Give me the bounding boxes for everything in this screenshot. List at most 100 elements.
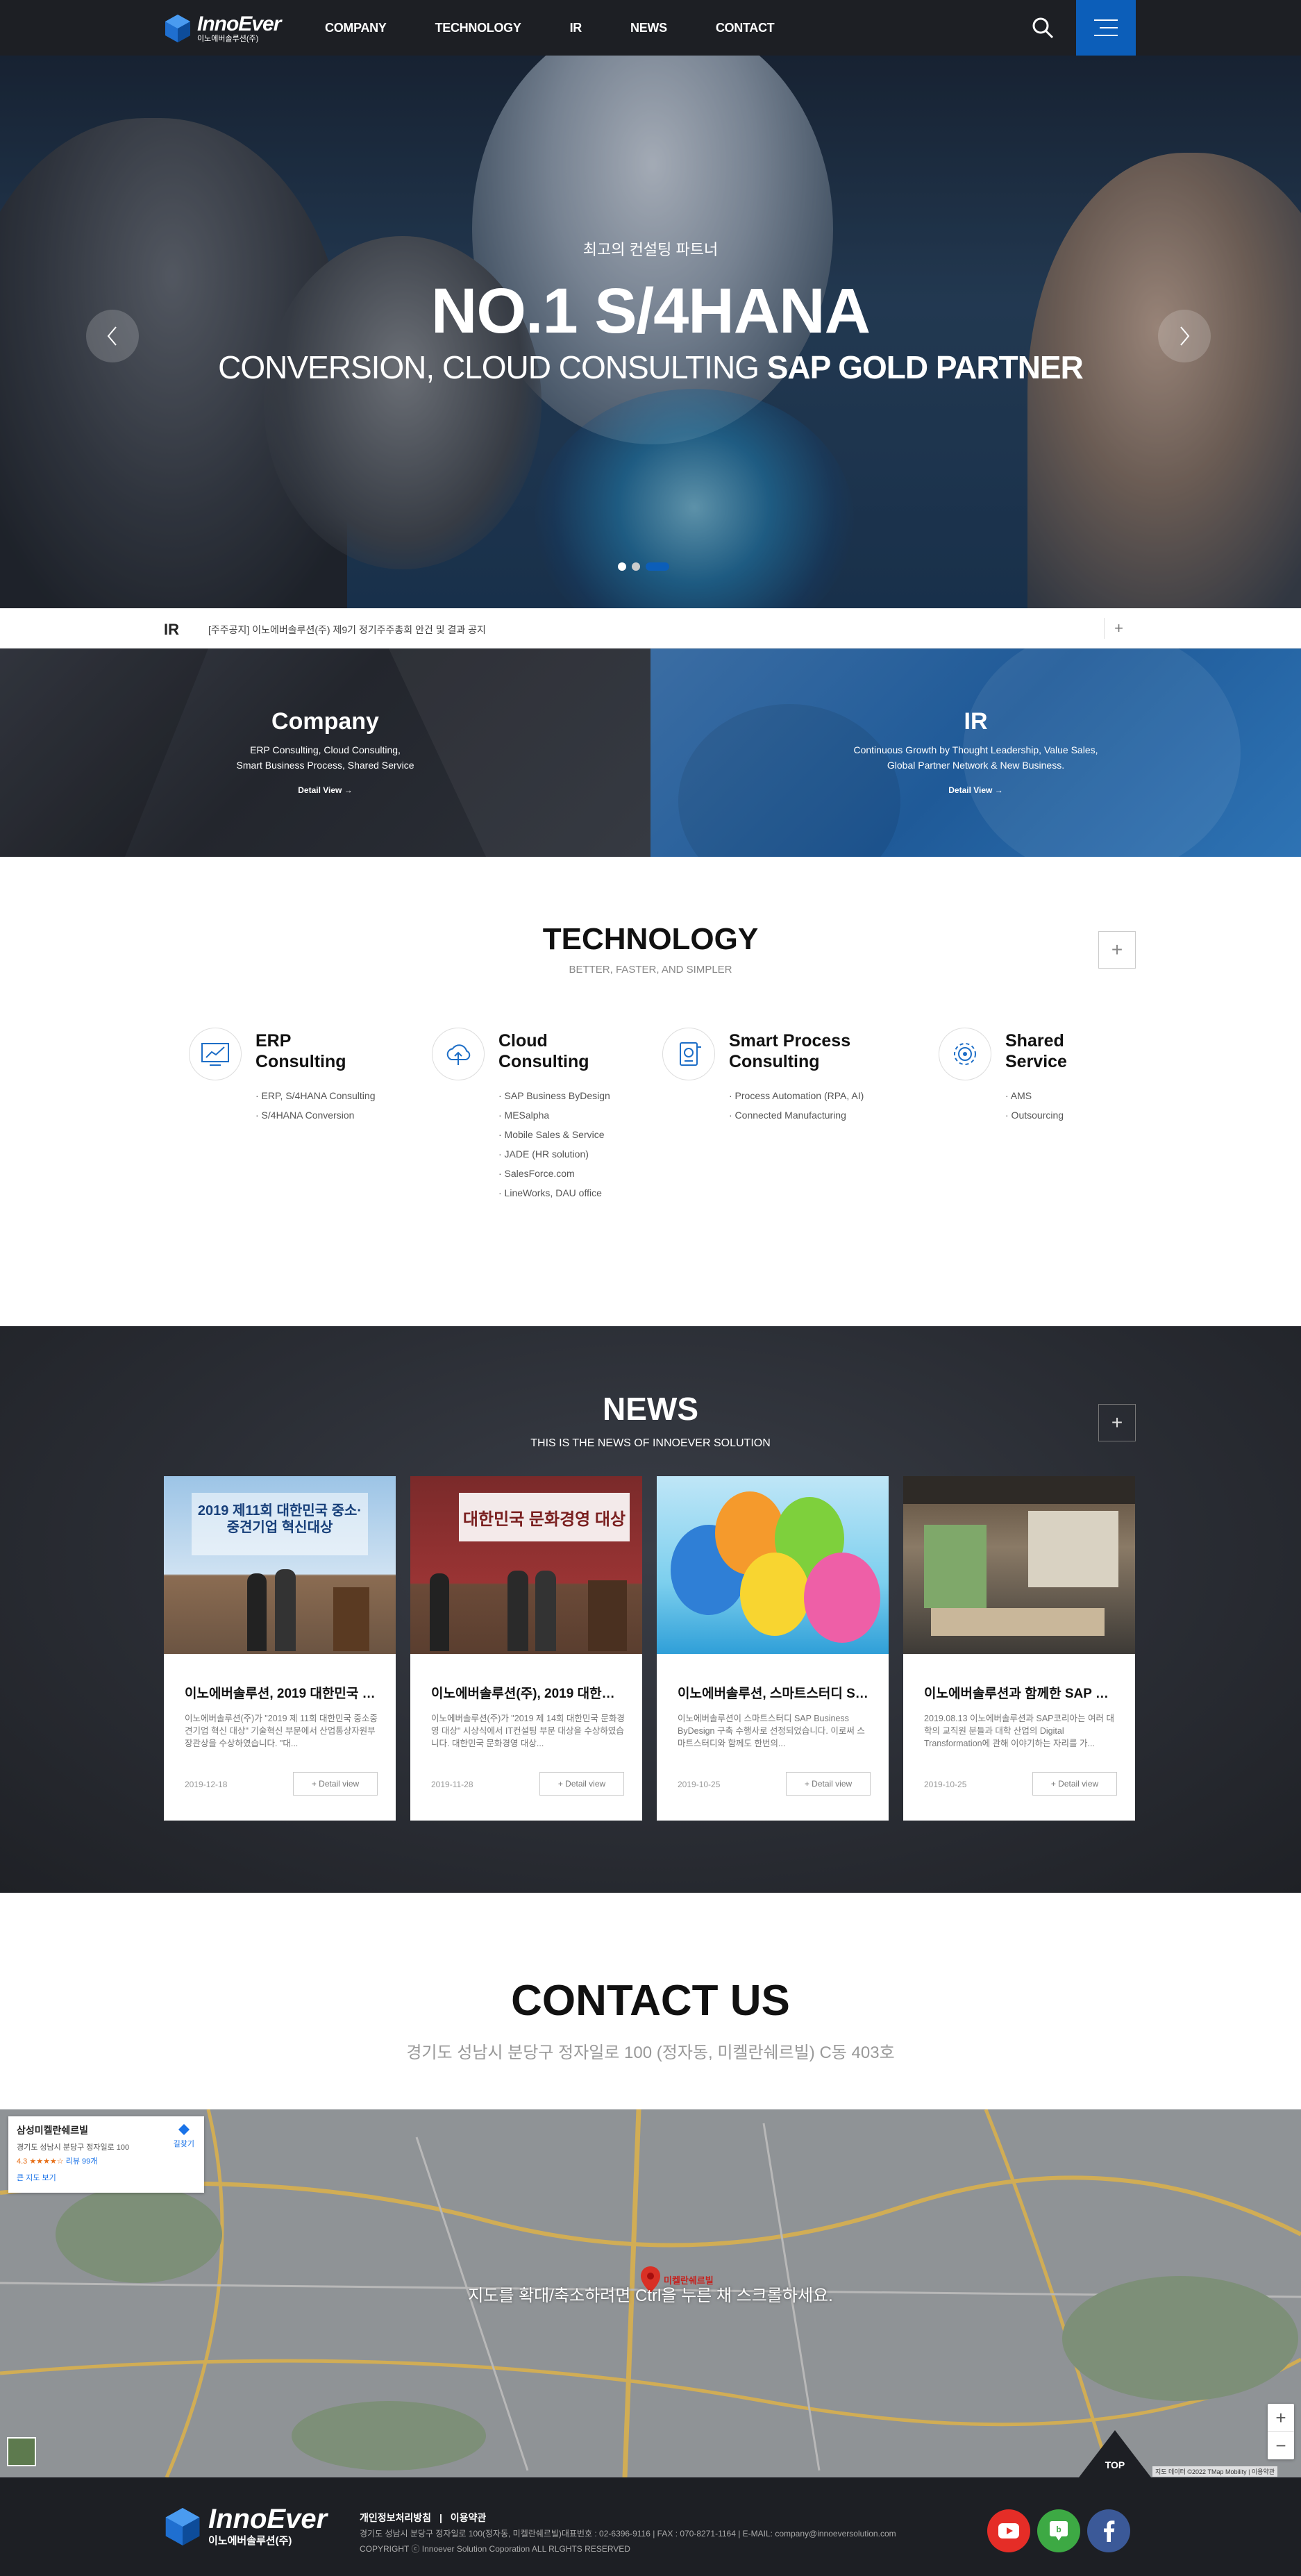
- list-item: · Connected Manufacturing: [729, 1110, 846, 1121]
- privacy-link[interactable]: 개인정보처리방침: [360, 2512, 431, 2523]
- logo-cube-icon: [165, 15, 190, 42]
- news-card-date: 2019-10-25: [924, 1780, 967, 1789]
- news-detail-button[interactable]: + Detail view: [539, 1772, 624, 1796]
- news-card-title: 이노에버솔루션과 함께한 SAP 세미나: [924, 1687, 1118, 1701]
- cloud-icon: [432, 1028, 485, 1080]
- slide-indicators: [618, 562, 675, 571]
- company-title: Company: [271, 708, 379, 735]
- map-attribution: 지도 데이터 ©2022 TMap Mobility | 이용약관: [1152, 2466, 1278, 2477]
- chevron-right-icon: [1180, 326, 1190, 346]
- list-item: · ERP, S/4HANA Consulting: [255, 1090, 376, 1101]
- news-detail-button[interactable]: + Detail view: [293, 1772, 378, 1796]
- footer-links: 개인정보처리방침 | 이용약관: [360, 2511, 486, 2525]
- news-card[interactable]: 대한민국 문화경영 대상 이노에버솔루션(주), 2019 대한민국 문화경영 …: [410, 1476, 642, 1821]
- terms-link[interactable]: 이용약관: [451, 2512, 487, 2523]
- news-thumbnail: [903, 1476, 1135, 1654]
- ceiling: [903, 1476, 1135, 1504]
- svg-text:b: b: [1056, 2525, 1061, 2534]
- list-item: · S/4HANA Conversion: [255, 1110, 355, 1121]
- gear-icon: [939, 1028, 991, 1080]
- news-thumbnail: 대한민국 문화경영 대상: [410, 1476, 642, 1654]
- zoom-in-button[interactable]: +: [1268, 2404, 1294, 2432]
- list-item: · SAP Business ByDesign: [498, 1090, 610, 1101]
- ir-desc-line: Global Partner Network & New Business.: [887, 760, 1065, 771]
- zoom-out-button[interactable]: −: [1268, 2432, 1294, 2459]
- tech-item-list: · ERP, S/4HANA Consulting · S/4HANA Conv…: [255, 1086, 436, 1125]
- nav-news[interactable]: NEWS: [630, 21, 667, 35]
- facebook-icon[interactable]: [1087, 2509, 1130, 2552]
- ir-promo[interactable]: IR Continuous Growth by Thought Leadersh…: [650, 649, 1301, 857]
- tech-title-line: Consulting: [729, 1052, 820, 1071]
- news-card-date: 2019-10-25: [678, 1780, 721, 1789]
- tech-title-line: ERP: [255, 1031, 292, 1051]
- hero-tagline-bold: SAP GOLD PARTNER: [766, 349, 1084, 385]
- technology-more-button[interactable]: +: [1098, 931, 1136, 969]
- map-satellite-toggle[interactable]: [7, 2437, 36, 2466]
- news-card-date: 2019-11-28: [431, 1780, 473, 1789]
- tech-title-line: Shared: [1005, 1031, 1064, 1051]
- person-figure: [247, 1573, 267, 1651]
- notice-link[interactable]: [주주공지] 이노에버솔루션(주) 제9기 정기주주총회 안건 및 결과 공지: [208, 623, 486, 637]
- search-icon[interactable]: [1030, 15, 1055, 40]
- news-card-desc: 이노에버솔루션(주)가 "2019 제 11회 대한민국 중소중견기업 혁신 대…: [185, 1714, 378, 1748]
- news-more-button[interactable]: +: [1098, 1404, 1136, 1441]
- map-info-card: 삼성미켈란쉐르빌 경기도 성남시 분당구 정자일로 100 4.3 ★★★★☆ …: [8, 2116, 204, 2193]
- slide-dot[interactable]: [632, 562, 640, 571]
- list-item: · Mobile Sales & Service: [498, 1129, 605, 1140]
- next-slide-button[interactable]: [1158, 310, 1211, 362]
- blog-icon[interactable]: b: [1037, 2509, 1080, 2552]
- footer-logo-text: InnoEver: [208, 2504, 328, 2534]
- directions-icon: [178, 2124, 190, 2135]
- nav-technology[interactable]: TECHNOLOGY: [435, 21, 521, 35]
- news-card-date: 2019-12-18: [185, 1780, 228, 1789]
- company-detail-link[interactable]: Detail View →: [0, 785, 650, 795]
- nav-company[interactable]: COMPANY: [325, 21, 387, 35]
- list-item: · AMS: [1005, 1090, 1032, 1101]
- news-thumbnail: [657, 1476, 889, 1654]
- site-logo[interactable]: InnoEver 이노에버솔루션(주): [164, 12, 281, 44]
- footer-copyright: COPYRIGHT ⓒ Innoever Solution Coporation…: [360, 2544, 630, 2554]
- directions-label: 길찾기: [173, 2140, 194, 2148]
- rating-stars: 4.3 ★★★★☆: [17, 2157, 64, 2166]
- larger-map-link[interactable]: 큰 지도 보기: [17, 2172, 196, 2183]
- scroll-top-button[interactable]: TOP: [1079, 2430, 1151, 2477]
- youtube-icon[interactable]: [987, 2509, 1030, 2552]
- prev-slide-button[interactable]: [86, 310, 139, 362]
- contact-title: CONTACT US: [511, 1977, 790, 2025]
- footer-logo[interactable]: InnoEver 이노에버솔루션(주): [164, 2505, 327, 2548]
- nav-contact[interactable]: CONTACT: [716, 21, 775, 35]
- directions-button[interactable]: 길찾기: [174, 2123, 194, 2149]
- list-item: · JADE (HR solution): [498, 1148, 589, 1160]
- embedded-map[interactable]: 삼성미켈란쉐르빌 경기도 성남시 분당구 정자일로 100 4.3 ★★★★☆ …: [0, 2109, 1301, 2477]
- menu-button[interactable]: [1076, 0, 1136, 56]
- notice-more-button[interactable]: +: [1104, 618, 1133, 639]
- news-card[interactable]: 2019 제11회 대한민국 중소·중견기업 혁신대상 이노에버솔루션, 201…: [164, 1476, 396, 1821]
- podium: [333, 1587, 369, 1651]
- slide-dot-active[interactable]: [646, 562, 669, 571]
- news-card[interactable]: 이노에버솔루션과 함께한 SAP 세미나 2019.08.13 이노에버솔루션과…: [903, 1476, 1135, 1821]
- slide-dot[interactable]: [618, 562, 626, 571]
- tech-title-line: Consulting: [498, 1052, 589, 1071]
- nav-ir[interactable]: IR: [570, 21, 582, 35]
- news-thumbnail: 2019 제11회 대한민국 중소·중견기업 혁신대상: [164, 1476, 396, 1654]
- news-card-title: 이노에버솔루션(주), 2019 대한민국 문화경영 대상: [431, 1687, 626, 1701]
- news-card-title: 이노에버솔루션, 스마트스터디 SAP Business ByDesign: [678, 1687, 872, 1701]
- ir-detail-link[interactable]: Detail View →: [650, 785, 1301, 795]
- news-detail-button[interactable]: + Detail view: [1032, 1772, 1117, 1796]
- company-desc-line: ERP Consulting, Cloud Consulting,: [250, 744, 401, 755]
- footer-logo-subtext: 이노에버솔루션(주): [208, 2535, 292, 2547]
- contact-address: 경기도 성남시 분당구 정자일로 100 (정자동, 미켈란쉐르빌) C동 40…: [406, 2043, 895, 2062]
- person-figure: [535, 1571, 556, 1651]
- person-figure: [430, 1573, 449, 1651]
- map-reviews-link[interactable]: 리뷰 99개: [66, 2157, 98, 2166]
- news-detail-button[interactable]: + Detail view: [786, 1772, 871, 1796]
- chevron-left-icon: [107, 326, 117, 346]
- list-item: · Process Automation (RPA, AI): [729, 1090, 864, 1101]
- site-footer: InnoEver 이노에버솔루션(주) 개인정보처리방침 | 이용약관 경기도 …: [0, 2477, 1301, 2576]
- hero-title: NO.1 S/4HANA: [430, 276, 871, 346]
- map-rating: 4.3 ★★★★☆ 리뷰 99개: [17, 2155, 196, 2166]
- person-figure: [507, 1571, 528, 1651]
- news-card[interactable]: 이노에버솔루션, 스마트스터디 SAP Business ByDesign 이노…: [657, 1476, 889, 1821]
- meeting-table: [931, 1608, 1105, 1636]
- company-promo[interactable]: Company ERP Consulting, Cloud Consulting…: [0, 649, 650, 857]
